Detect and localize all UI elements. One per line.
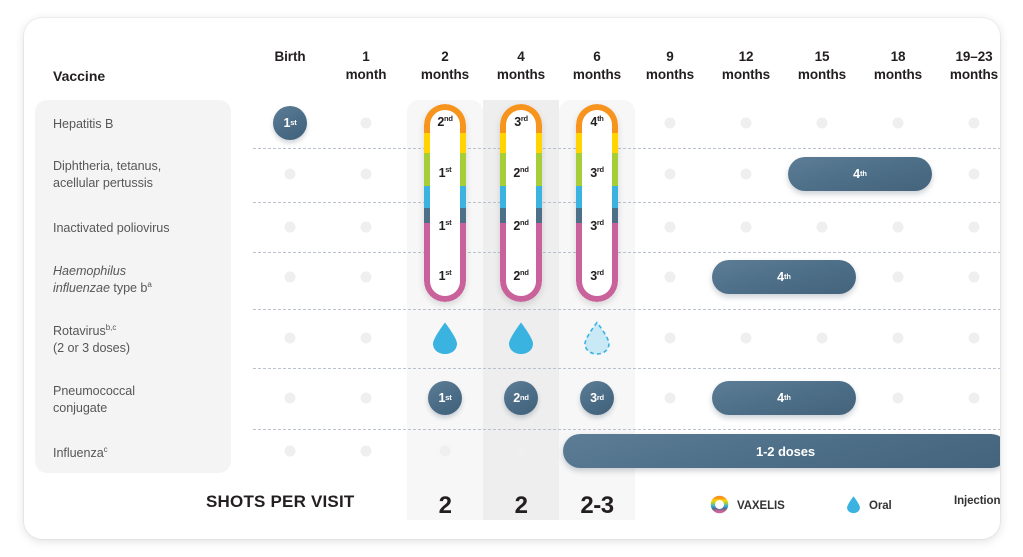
vaxelis-ring-icon [710,495,729,517]
shots-per-visit-value: 2 [438,492,452,519]
empty-cell-dot [284,392,296,404]
droplet-icon [846,495,861,517]
immunization-schedule-card: Vaccine Birth 1 month 2 months 4 months 6 months… [24,18,1000,539]
row-separator [253,429,1000,430]
empty-cell-dot [664,332,676,344]
empty-cell-dot [892,332,904,344]
vaxelis-dose-label: 3rd [590,164,604,180]
empty-cell-dot [968,221,980,233]
vaccine-row-label: Influenzac [53,444,108,460]
injection-dose-pill: 4th [712,260,856,294]
injection-dose-pill: 4th [788,157,932,191]
empty-cell-dot [740,332,752,344]
injection-dose-circle: 1st [428,381,462,415]
empty-cell-dot [816,117,828,129]
empty-cell-dot [284,271,296,283]
empty-cell-dot [664,221,676,233]
empty-cell-dot [360,168,372,180]
age-column-header-19-23-months: 19–23 months [949,49,999,82]
row-separator [253,309,1000,310]
shots-per-visit-value: 2-3 [580,492,614,519]
row-separator [253,148,1000,149]
empty-cell-dot [892,117,904,129]
vaccine-row-label: Rotavirusb,c (2 or 3 doses) [53,322,130,355]
empty-cell-dot [968,332,980,344]
empty-cell-dot [740,168,752,180]
empty-cell-dot [284,332,296,344]
injection-dose-circle: 3rd [580,381,614,415]
oral-dose-droplet [431,321,459,355]
empty-cell-dot [892,221,904,233]
vaccine-row-label: Haemophilus influenzae type ba [53,264,152,295]
empty-cell-dot [968,392,980,404]
injection-dose-pill: 1-2 doses [563,434,1000,468]
empty-cell-dot [284,221,296,233]
vaxelis-dose-label: 1st [438,164,452,180]
legend-item: VAXELIS [710,495,785,517]
empty-cell-dot [284,445,296,457]
vaccine-row-label: Inactivated poliovirus [53,221,170,235]
vaxelis-dose-label: 1st [438,267,452,283]
empty-cell-dot [360,445,372,457]
empty-cell-dot [664,271,676,283]
empty-cell-dot [664,168,676,180]
empty-cell-dot [816,221,828,233]
empty-cell-dot [284,168,296,180]
injection-dose-circle: 2nd [504,381,538,415]
empty-cell-dot [968,117,980,129]
vaxelis-dose-label: 2nd [513,217,529,233]
legend-item-label: Oral [869,500,892,512]
empty-cell-dot [740,117,752,129]
vaxelis-dose-label: 3rd [590,267,604,283]
empty-cell-dot [968,168,980,180]
vaxelis-dose-label: 1st [438,217,452,233]
oral-dose-droplet [507,321,535,355]
row-separator [253,252,1000,253]
empty-cell-dot [816,332,828,344]
injection-dose-pill: 4th [712,381,856,415]
empty-cell-dot [360,117,372,129]
empty-cell-dot [892,271,904,283]
empty-cell-dot [968,271,980,283]
vaxelis-dose-label: 4th [590,113,604,129]
vaxelis-dose-label: 2nd [513,164,529,180]
oral-dose-droplet-optional [583,321,611,355]
empty-cell-dot [360,332,372,344]
empty-cell-dot [664,117,676,129]
legend-item: Oral [846,495,892,517]
shots-per-visit-label: SHOTS PER VISIT [206,492,355,511]
row-separator [253,202,1000,203]
header-row: Vaccine Birth 1 month 2 months 4 months 6 months… [24,18,1000,100]
shots-per-visit-value: 2 [514,492,528,519]
vaccine-row-label: Diphtheria, tetanus, acellular pertussis [53,159,162,190]
vaxelis-dose-label: 3rd [514,113,528,129]
vaccine-row-label: Hepatitis B [53,117,114,131]
vaccine-row-label: Pneumococcal conjugate [53,384,136,415]
empty-cell-dot [360,221,372,233]
vaxelis-dose-label: 2nd [437,113,453,129]
vaxelis-dose-label: 3rd [590,217,604,233]
empty-cell-dot [439,445,451,457]
empty-cell-dot [360,271,372,283]
empty-cell-dot [664,392,676,404]
vaxelis-dose-label: 2nd [513,267,529,283]
age-column-header-1-month: 1 month [345,49,387,82]
empty-cell-dot [892,392,904,404]
empty-cell-dot [740,221,752,233]
injection-dose-circle: 1st [273,106,307,140]
legend-item-label: Injection [954,495,1000,507]
empty-cell-dot [515,445,527,457]
legend-item-label: VAXELIS [737,500,785,512]
row-separator [253,368,1000,369]
vaccine-column-header: Vaccine [53,68,106,84]
empty-cell-dot [360,392,372,404]
legend-item: Injection [946,495,1000,507]
